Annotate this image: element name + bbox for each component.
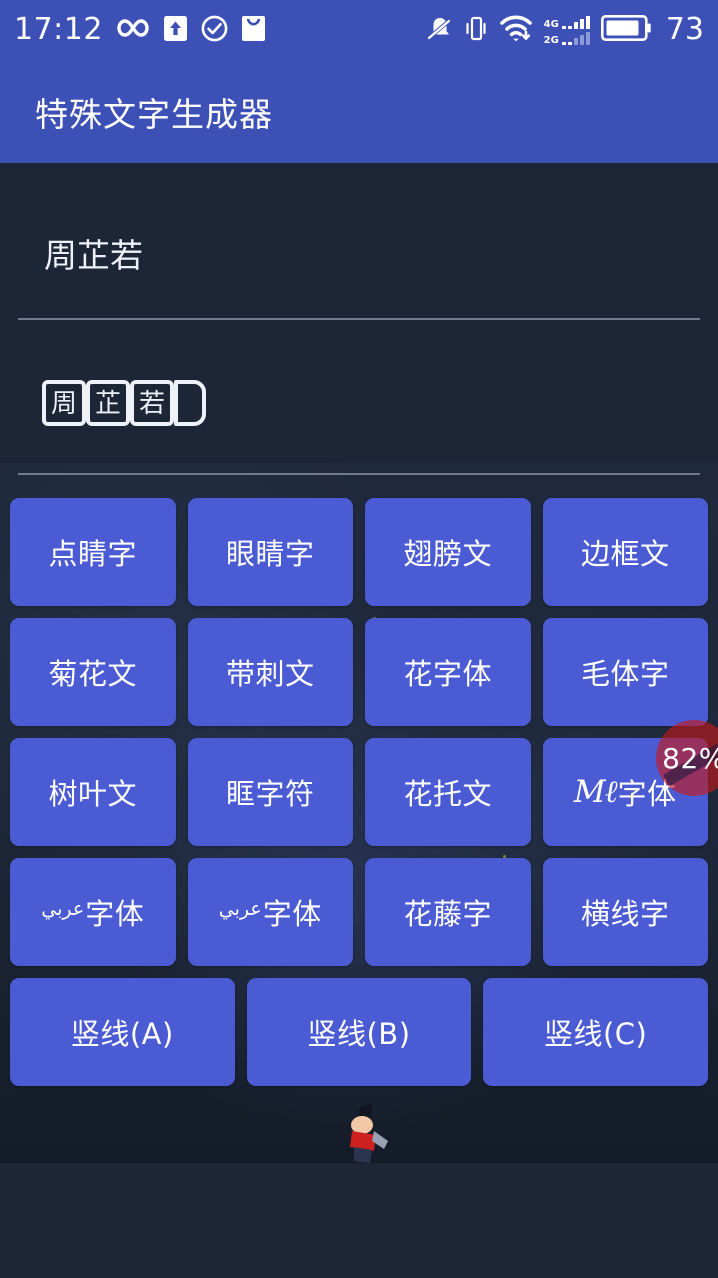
status-clock: 17:12 (14, 15, 103, 45)
style-daiciwen[interactable]: 带刺文 (188, 618, 354, 726)
style-button-label: 翅膀文 (403, 531, 492, 573)
style-hengxianzi[interactable]: 横线字 (543, 858, 709, 966)
status-bar-left: 17:12 (14, 15, 266, 46)
style-button-label: 带刺文 (226, 651, 315, 693)
style-huatengzi[interactable]: 花藤字 (365, 858, 531, 966)
style-button-label: 字体 (263, 891, 322, 933)
style-button-label: 菊花文 (48, 651, 137, 693)
style-shuxian-c[interactable]: 竖线(C) (483, 978, 708, 1086)
signal-row-2g: 2G (544, 32, 590, 45)
style-button-label: 眶字符 (226, 771, 315, 813)
style-huatuowen[interactable]: 花托文 (365, 738, 531, 846)
arabic-prefix-glyph: عربي (41, 900, 84, 919)
style-button-row: 菊花文 带刺文 花字体 毛体字 (10, 618, 708, 726)
bag-icon (241, 15, 266, 46)
svg-text:若: 若 (139, 389, 165, 419)
infinity-icon (116, 17, 150, 43)
style-shuxian-b[interactable]: 竖线(B) (247, 978, 472, 1086)
mute-vibrate-icon (427, 15, 453, 46)
arabic-prefix-glyph: عربي (219, 900, 262, 919)
style-button-label: 竖线(C) (544, 1011, 647, 1053)
style-button-label: 竖线(B) (307, 1011, 410, 1053)
upload-arrow-icon (163, 15, 188, 46)
script-prefix-glyph: Mℓ (574, 774, 617, 810)
style-button-label: 树叶文 (48, 771, 137, 813)
style-button-label: 字体 (85, 891, 144, 933)
style-huaziti[interactable]: 花字体 (365, 618, 531, 726)
style-kuangzifu[interactable]: 眶字符 (188, 738, 354, 846)
style-yanjingzi[interactable]: 眼睛字 (188, 498, 354, 606)
style-shuxian-a[interactable]: 竖线(A) (10, 978, 235, 1086)
style-button-row: 树叶文 眶字符 花托文 Mℓ字体82% (10, 738, 708, 846)
style-arabic-ziti-b[interactable]: عربي字体 (188, 858, 354, 966)
style-script-ziti[interactable]: Mℓ字体82% (543, 738, 709, 846)
status-bar: 17:12 (0, 0, 718, 60)
style-button-label: 花藤字 (403, 891, 492, 933)
signal-icon: 4G 2G (544, 16, 590, 45)
character-illustration (330, 1101, 402, 1165)
vibrate-icon (464, 15, 488, 46)
style-dianjingzi[interactable]: 点睛字 (10, 498, 176, 606)
style-juhuawen[interactable]: 菊花文 (10, 618, 176, 726)
preview-output[interactable]: 周 芷 若 (40, 368, 208, 438)
progress-percent-text: 82% (662, 742, 718, 775)
text-input[interactable] (44, 218, 664, 288)
style-chibangwen[interactable]: 翅膀文 (365, 498, 531, 606)
style-shuyewen[interactable]: 树叶文 (10, 738, 176, 846)
wifi-icon (499, 14, 533, 46)
style-button-grid: 点睛字眼睛字翅膀文边框文菊花文带刺文花字体毛体字树叶文眶字符花托文Mℓ字体82%… (0, 498, 718, 1098)
style-button-label: 竖线(A) (71, 1011, 174, 1053)
svg-text:周: 周 (51, 389, 77, 419)
preview-glyphs: 周 芷 若 (40, 374, 208, 432)
input-row (0, 218, 718, 328)
battery-percent-text: 73 (666, 15, 704, 45)
battery-icon (601, 15, 651, 45)
status-bar-right: 4G 2G (427, 14, 704, 46)
style-button-label: 花托文 (403, 771, 492, 813)
style-button-label: 横线字 (581, 891, 670, 933)
style-button-row: 点睛字 眼睛字 翅膀文 边框文 (10, 498, 708, 606)
preview-divider (18, 473, 700, 475)
style-button-label: 毛体字 (581, 651, 670, 693)
style-button-label: 边框文 (581, 531, 670, 573)
style-button-label: 花字体 (403, 651, 492, 693)
check-circle-icon (201, 15, 228, 46)
style-button-label: 点睛字 (48, 531, 137, 573)
style-button-row: 竖线(A) 竖线(B) 竖线(C) (10, 978, 708, 1086)
app-root: 17:12 (0, 0, 718, 1278)
style-biankuangwen[interactable]: 边框文 (543, 498, 709, 606)
style-button-label: 眼睛字 (226, 531, 315, 573)
signal-row-4g: 4G (544, 16, 590, 29)
content-area: 周 芷 若 点睛字 眼睛字 翅膀文 边框文菊花文 带刺文 花字体 毛体字树叶文 眶字符 花托文 M… (0, 163, 718, 1278)
input-divider (18, 318, 700, 320)
svg-text:芷: 芷 (95, 389, 121, 419)
style-maotizi[interactable]: 毛体字 (543, 618, 709, 726)
style-button-row: عربي字体عربي字体花藤字横线字 (10, 858, 708, 966)
page-title: 特殊文字生成器 (35, 88, 273, 136)
style-button-label: 字体 (618, 771, 677, 813)
app-bar: 特殊文字生成器 (0, 60, 718, 163)
style-arabic-ziti-a[interactable]: عربي字体 (10, 858, 176, 966)
